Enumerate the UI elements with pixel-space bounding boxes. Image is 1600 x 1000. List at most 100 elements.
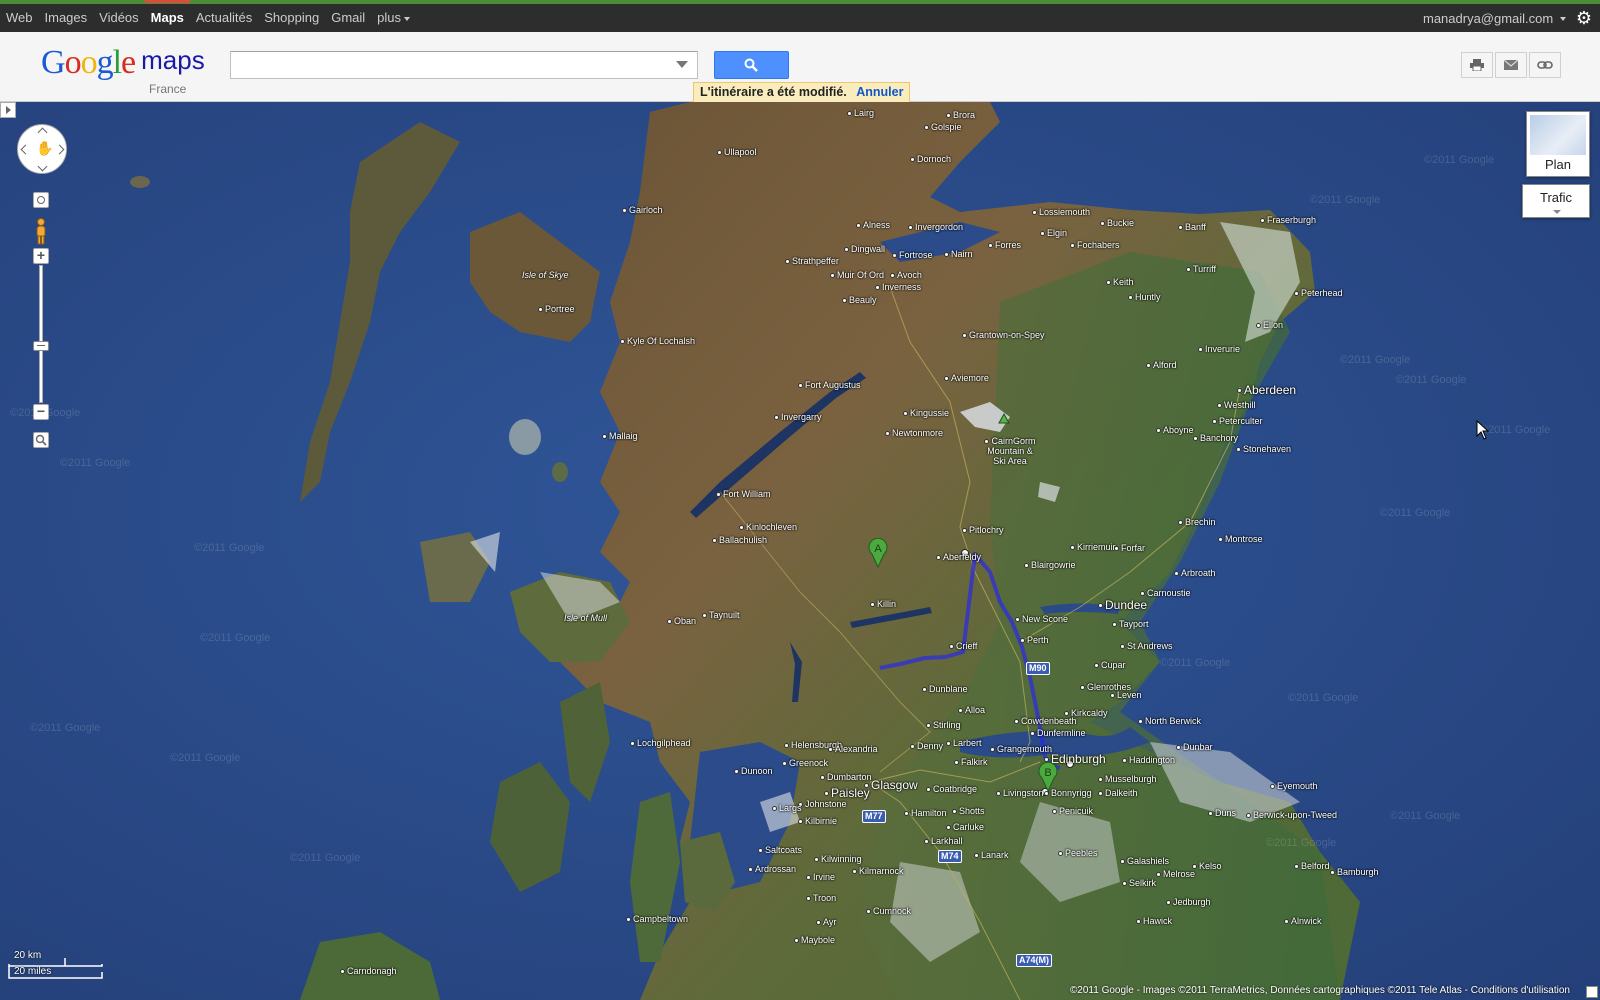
place-label[interactable]: Ullapool xyxy=(717,147,757,157)
link-button[interactable] xyxy=(1529,52,1561,78)
place-label[interactable]: Jedburgh xyxy=(1166,897,1211,907)
place-label[interactable]: Livingston xyxy=(996,788,1044,798)
terms-link[interactable]: Conditions d'utilisation xyxy=(1471,985,1570,996)
place-label[interactable]: Alness xyxy=(856,220,890,230)
nav-link-images[interactable]: Images xyxy=(39,4,94,32)
place-label[interactable]: Alloa xyxy=(958,705,985,715)
place-label[interactable]: Berwick-upon-Tweed xyxy=(1246,810,1337,820)
sidebar-toggle-button[interactable] xyxy=(0,102,16,118)
pan-up-icon[interactable] xyxy=(37,127,48,138)
place-label[interactable]: Aberfeldy xyxy=(936,552,981,562)
place-label[interactable]: Penicuik xyxy=(1052,806,1093,816)
place-label[interactable]: Kilwinning xyxy=(814,854,862,864)
place-label[interactable]: Taynuilt xyxy=(702,610,740,620)
nav-link-plus[interactable]: plus xyxy=(371,4,416,32)
place-label[interactable]: Glasgow xyxy=(864,778,918,792)
place-label[interactable]: Inverurie xyxy=(1198,344,1240,354)
undo-link[interactable]: Annuler xyxy=(856,85,903,99)
place-label[interactable]: Turriff xyxy=(1186,264,1216,274)
place-label[interactable]: Aviemore xyxy=(944,373,989,383)
place-label[interactable]: St Andrews xyxy=(1120,641,1173,651)
place-label[interactable]: Haddington xyxy=(1122,755,1175,765)
place-label[interactable]: Leven xyxy=(1110,690,1142,700)
search-history-dropdown-icon[interactable] xyxy=(676,61,688,68)
place-label[interactable]: Dundee xyxy=(1098,598,1147,612)
place-label[interactable]: Lossiemouth xyxy=(1032,207,1090,217)
route-start-marker[interactable]: A xyxy=(868,537,888,569)
place-label[interactable]: Kinlochleven xyxy=(739,522,797,532)
pan-down-icon[interactable] xyxy=(37,161,48,172)
place-label[interactable]: Grangemouth xyxy=(990,744,1052,754)
place-label[interactable]: Huntly xyxy=(1128,292,1161,302)
place-label[interactable]: Johnstone xyxy=(798,799,847,809)
zoom-box-button[interactable] xyxy=(33,432,49,448)
place-label[interactable]: Lochgilphead xyxy=(630,738,691,748)
place-label[interactable]: Invergarry xyxy=(774,412,822,422)
place-label[interactable]: Ballachulish xyxy=(712,535,767,545)
place-label[interactable]: Stonehaven xyxy=(1236,444,1291,454)
place-label[interactable]: Avoch xyxy=(890,270,922,280)
place-label[interactable]: Falkirk xyxy=(954,757,988,767)
nav-link-web[interactable]: Web xyxy=(0,4,39,32)
place-label[interactable]: Killin xyxy=(870,599,896,609)
place-label[interactable]: Lairg xyxy=(847,108,874,118)
place-label[interactable]: Ellon xyxy=(1256,320,1283,330)
map-type-plan-button[interactable]: Plan xyxy=(1526,111,1590,177)
place-label[interactable]: Duns xyxy=(1208,808,1236,818)
place-label[interactable]: Carndonagh xyxy=(340,966,397,976)
place-label[interactable]: Troon xyxy=(806,893,836,903)
place-label[interactable]: Carluke xyxy=(946,822,984,832)
nav-link-vid-os[interactable]: Vidéos xyxy=(93,4,145,32)
zoom-slider-track[interactable] xyxy=(39,265,43,403)
pan-left-icon[interactable] xyxy=(20,144,31,155)
place-label[interactable]: Kilbirnie xyxy=(798,816,837,826)
place-label[interactable]: Invergordon xyxy=(908,222,963,232)
place-label[interactable]: Dunbar xyxy=(1176,742,1213,752)
place-label[interactable]: Greenock xyxy=(782,758,828,768)
place-label[interactable]: Perth xyxy=(1020,635,1049,645)
place-label[interactable]: Inverness xyxy=(875,282,921,292)
place-label[interactable]: Aberdeen xyxy=(1237,383,1296,397)
place-label[interactable]: Galashiels xyxy=(1120,856,1169,866)
place-label[interactable]: Largs xyxy=(772,803,802,813)
place-label[interactable]: Eyemouth xyxy=(1270,781,1318,791)
place-label[interactable]: Isle of Mull xyxy=(564,613,607,623)
google-maps-logo[interactable]: Google maps France xyxy=(41,44,205,96)
place-label[interactable]: Tayport xyxy=(1112,619,1149,629)
place-label[interactable]: Fort Augustus xyxy=(798,380,861,390)
place-label[interactable]: Peterhead xyxy=(1294,288,1343,298)
place-label[interactable]: Selkirk xyxy=(1122,878,1156,888)
place-label[interactable]: Westhill xyxy=(1217,400,1255,410)
place-label[interactable]: Hawick xyxy=(1136,916,1172,926)
place-label[interactable]: Kirriemuir xyxy=(1070,542,1116,552)
zoom-slider-thumb[interactable] xyxy=(33,341,49,351)
place-label[interactable]: Blairgowrie xyxy=(1024,560,1076,570)
place-label[interactable]: Fort William xyxy=(716,489,771,499)
place-label[interactable]: Newtonmore xyxy=(885,428,943,438)
gear-icon[interactable]: ⚙ xyxy=(1576,4,1592,32)
route-end-marker[interactable]: B xyxy=(1038,761,1058,793)
place-label[interactable]: Grantown-on-Spey xyxy=(962,330,1045,340)
place-label[interactable]: Aboyne xyxy=(1156,425,1194,435)
place-label[interactable]: Dunblane xyxy=(922,684,968,694)
place-label[interactable]: Saltcoats xyxy=(758,845,802,855)
place-label[interactable]: Ayr xyxy=(816,917,836,927)
place-label[interactable]: Dunfermline xyxy=(1030,728,1086,738)
nav-link-maps[interactable]: Maps xyxy=(144,0,191,32)
pan-right-icon[interactable] xyxy=(54,144,65,155)
place-label[interactable]: Larkhall xyxy=(924,836,963,846)
place-label[interactable]: Alnwick xyxy=(1284,916,1322,926)
place-label[interactable]: Oban xyxy=(667,616,696,626)
print-button[interactable] xyxy=(1461,52,1493,78)
place-label[interactable]: Gairloch xyxy=(622,205,663,215)
pan-control[interactable]: ✋ xyxy=(17,124,67,174)
nav-link-gmail[interactable]: Gmail xyxy=(325,4,371,32)
place-label[interactable]: North Berwick xyxy=(1138,716,1201,726)
place-label[interactable]: Shotts xyxy=(952,806,985,816)
place-label[interactable]: Dunoon xyxy=(734,766,773,776)
search-input[interactable] xyxy=(230,51,698,79)
account-menu[interactable]: manadrya@gmail.com xyxy=(1423,11,1566,26)
traffic-layer-button[interactable]: Trafic xyxy=(1522,184,1590,218)
place-label[interactable]: Golspie xyxy=(924,122,962,132)
place-label[interactable]: Montrose xyxy=(1218,534,1263,544)
